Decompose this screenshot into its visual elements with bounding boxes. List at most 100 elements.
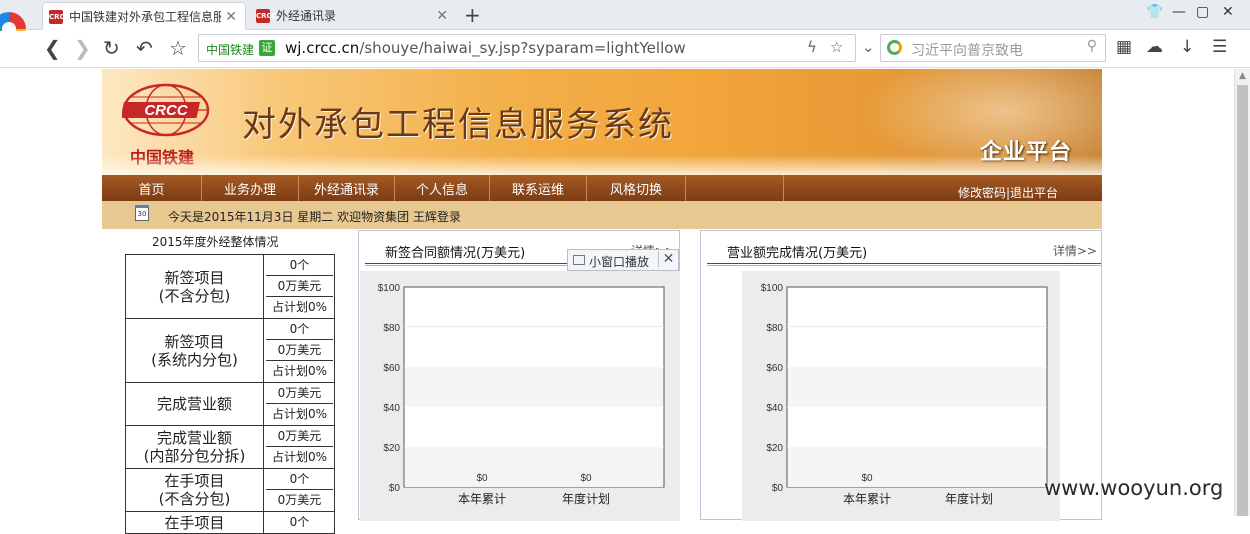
summary-value: 占计划0% xyxy=(271,300,328,314)
contract-bar-chart: $0 $20 $40 $60 $80 $100 $0 本年累计 $0 年度计划 xyxy=(360,271,680,521)
summary-value: 0个 xyxy=(266,469,333,490)
lightning-icon[interactable]: ϟ xyxy=(807,38,817,56)
y-tick-label: $0 xyxy=(772,483,784,494)
pip-label[interactable]: 小窗口播放 xyxy=(589,253,649,270)
url-path: /shouye/haiwai_sy.jsp?syparam=lightYello… xyxy=(359,39,686,57)
summary-row: 在手项目 (不含分包) 0个 0万美元 xyxy=(126,469,334,512)
x-tick-label: 本年累计 xyxy=(458,492,506,506)
y-tick-label: $80 xyxy=(383,323,400,334)
summary-value: 0万美元 xyxy=(266,426,333,447)
summary-row: 新签项目 (不含分包) 0个 0万美元 占计划0% xyxy=(126,255,334,319)
welcome-text: 今天是2015年11月3日 星期二 欢迎物资集团 王辉登录 xyxy=(168,210,461,224)
summary-value: 0万美元 xyxy=(277,493,322,507)
nav-style-switch[interactable]: 风格切换 xyxy=(587,175,686,201)
url-host: wj.crcc.cn xyxy=(285,39,360,57)
close-icon[interactable]: ✕ xyxy=(225,3,237,30)
y-tick-label: $20 xyxy=(383,443,400,454)
nav-business[interactable]: 业务办理 xyxy=(202,175,299,201)
shirt-skin-icon[interactable]: 👕 xyxy=(1146,4,1163,20)
revenue-bar-chart: $0 $20 $40 $60 $80 $100 $0 本年累计 年度计划 xyxy=(742,271,1060,521)
summary-row: 新签项目 (系统内分包) 0个 0万美元占计划0% xyxy=(126,319,334,383)
download-icon[interactable]: ↓ xyxy=(1180,37,1194,57)
calendar-icon: 30 xyxy=(135,205,149,221)
x-tick-label: 年度计划 xyxy=(562,491,610,506)
maximize-icon[interactable]: ▢ xyxy=(1196,4,1209,20)
apps-icon[interactable]: ▦ xyxy=(1116,37,1132,57)
summary-value: 0万美元 xyxy=(266,276,333,297)
data-label: $0 xyxy=(861,473,873,484)
nav-contact-support[interactable]: 联系运维 xyxy=(490,175,587,201)
summary-value: 占计划0% xyxy=(271,364,328,378)
chevron-down-icon[interactable]: ⌄ xyxy=(862,38,875,56)
password-logout-links[interactable]: 修改密码|退出平台 xyxy=(958,184,1058,201)
forward-icon[interactable]: ❯ xyxy=(74,36,91,60)
crcc-favicon-icon: CRCC xyxy=(49,10,70,24)
verified-icon[interactable]: 证 xyxy=(259,40,275,56)
revenue-chart-panel: 营业额完成情况(万美元) 详情>> $0 $20 $40 $60 $80 $100 $0 本年… xyxy=(700,230,1102,521)
tab-crcc-system[interactable]: CRCC 中国铁建对外承包工程信息服务系统 ✕ xyxy=(42,2,246,30)
grid-band xyxy=(405,447,663,487)
y-tick-label: $100 xyxy=(761,283,784,294)
y-tick-label: $60 xyxy=(766,363,783,374)
crcc-logo-icon: CRCC xyxy=(122,83,210,137)
main-nav: 首页 业务办理 外经通讯录 个人信息 联系运维 风格切换 修改密码|退出平台 xyxy=(102,175,1102,201)
pip-close-button[interactable]: ✕ xyxy=(658,251,678,267)
scroll-up-icon[interactable]: ▲ xyxy=(1239,71,1246,81)
menu-icon[interactable]: ☰ xyxy=(1212,37,1227,57)
logo-text: CRCC xyxy=(144,102,188,119)
y-tick-label: $0 xyxy=(389,483,401,494)
summary-row-label: 在手项目 xyxy=(126,512,264,533)
data-label: $0 xyxy=(580,473,592,484)
summary-value: 0个 xyxy=(266,255,333,276)
reload-icon[interactable]: ↻ xyxy=(103,36,120,60)
summary-row: 完成营业额 (内部分包分拆) 0万美元 占计划0% xyxy=(126,426,334,469)
x-tick-label: 年度计划 xyxy=(945,491,993,506)
page-title: 对外承包工程信息服务系统 xyxy=(242,105,674,145)
search-icon[interactable]: ⚲ xyxy=(1087,38,1097,54)
tab-directory[interactable]: CRCC 外经通讯录 ✕ xyxy=(250,2,456,30)
summary-title: 2015年度外经整体情况 xyxy=(152,235,279,249)
site-identity: 中国铁建 xyxy=(206,43,255,57)
summary-value: 占计划0% xyxy=(271,407,328,421)
new-tab-button[interactable]: + xyxy=(464,2,481,28)
banner-fade xyxy=(102,155,1102,175)
x-tick-label: 本年累计 xyxy=(843,492,891,506)
grid-band xyxy=(405,367,663,407)
summary-row-label: 新签项目 (系统内分包) xyxy=(126,319,264,382)
close-icon[interactable]: ✕ xyxy=(436,2,448,30)
address-bar[interactable]: 中国铁建 证 wj.crcc.cn/shouye/haiwai_sy.jsp?s… xyxy=(198,34,856,62)
nav-empty-slot xyxy=(686,175,784,201)
window-close-icon[interactable]: ✕ xyxy=(1222,4,1234,20)
nav-personal-info[interactable]: 个人信息 xyxy=(395,175,490,201)
url-text[interactable]: wj.crcc.cn/shouye/haiwai_sy.jsp?syparam=… xyxy=(285,39,686,57)
summary-value: 0个 xyxy=(266,319,333,340)
y-tick-label: $100 xyxy=(378,283,401,294)
search-placeholder: 习近平向普京致电 xyxy=(911,43,1023,59)
minimize-icon[interactable]: — xyxy=(1172,4,1186,20)
y-tick-label: $40 xyxy=(383,403,400,414)
browser-tabbar: CRCC 中国铁建对外承包工程信息服务系统 ✕ CRCC 外经通讯录 ✕ + 👕… xyxy=(0,0,1250,30)
panel-header: 营业额完成情况(万美元) 详情>> xyxy=(701,231,1101,266)
grid-band xyxy=(405,327,663,367)
search-box[interactable]: 习近平向普京致电 ⚲ xyxy=(880,34,1106,62)
nav-directory[interactable]: 外经通讯录 xyxy=(299,175,395,201)
nav-home[interactable]: 首页 xyxy=(102,175,202,201)
cloud-icon[interactable]: ☁ xyxy=(1146,37,1163,57)
undo-icon[interactable]: ↶ xyxy=(136,36,153,60)
y-tick-label: $40 xyxy=(766,403,783,414)
summary-value: 占计划0% xyxy=(271,450,328,464)
data-label: $0 xyxy=(476,473,488,484)
details-link[interactable]: 详情>> xyxy=(1053,242,1097,259)
grid-band xyxy=(788,327,1046,367)
y-tick-label: $60 xyxy=(383,363,400,374)
browser-toolbar: ❮ ❯ ↻ ↶ ☆ 中国铁建 证 wj.crcc.cn/shouye/haiwa… xyxy=(0,31,1250,68)
star-icon[interactable]: ☆ xyxy=(169,36,187,60)
scroll-thumb[interactable] xyxy=(1237,85,1248,516)
summary-value: 0万美元 xyxy=(266,340,333,361)
contract-chart-panel: 新签合同额情况(万美元) 详情>> $0$20$40$60$80$100$0本年… xyxy=(358,230,680,521)
panel-title: 新签合同额情况(万美元) xyxy=(385,246,526,261)
pip-popup[interactable]: 小窗口播放 ✕ xyxy=(567,249,679,271)
back-icon[interactable]: ❮ xyxy=(44,36,61,60)
page-scrollbar[interactable]: ▲ xyxy=(1234,69,1250,516)
bookmark-star-icon[interactable]: ☆ xyxy=(830,38,843,56)
